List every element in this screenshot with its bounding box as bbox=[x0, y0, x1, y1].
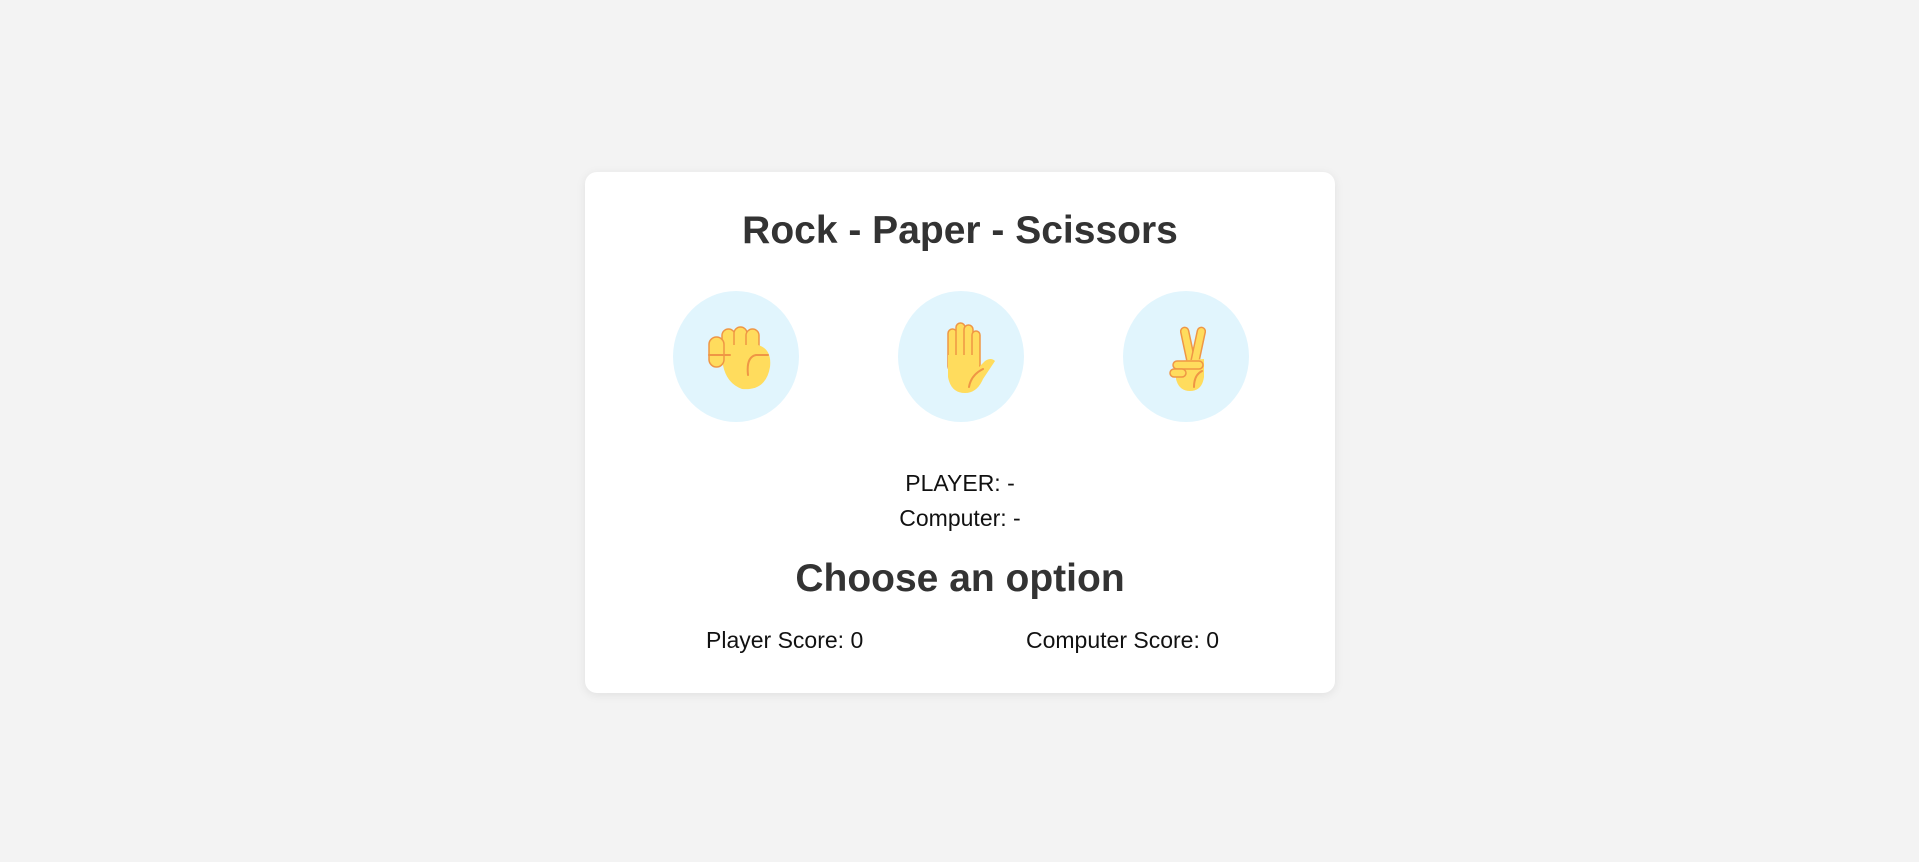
raised-hand-icon bbox=[921, 317, 1001, 397]
computer-choice-text: Computer: - bbox=[899, 505, 1021, 531]
game-card: Rock - Paper - Scissors PLAYER: - Comput… bbox=[585, 172, 1335, 693]
computer-score: Computer Score: 0 bbox=[1026, 627, 1220, 653]
game-title: Rock - Paper - Scissors bbox=[742, 209, 1178, 252]
paper-button[interactable] bbox=[898, 291, 1024, 422]
rock-button[interactable] bbox=[673, 291, 799, 422]
raised-fist-icon bbox=[696, 317, 776, 397]
scissors-button[interactable] bbox=[1123, 291, 1249, 422]
victory-hand-icon bbox=[1146, 317, 1226, 397]
player-score: Player Score: 0 bbox=[706, 627, 864, 653]
result-message: Choose an option bbox=[795, 557, 1125, 600]
player-choice-text: PLAYER: - bbox=[905, 470, 1015, 496]
